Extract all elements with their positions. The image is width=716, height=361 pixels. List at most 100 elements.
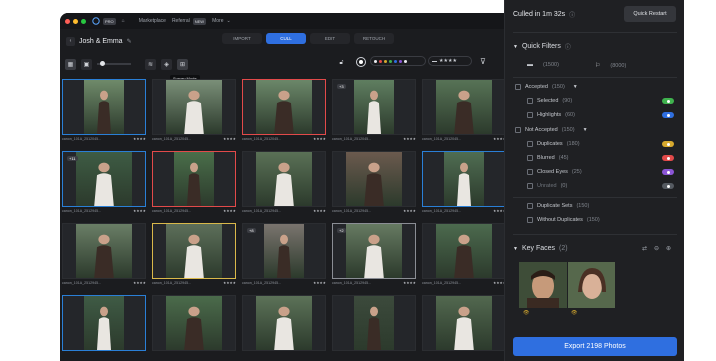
photo-thumbnail[interactable]: +2 (332, 223, 416, 279)
photo-rating[interactable]: ★★★★ (313, 281, 326, 285)
export-button[interactable]: Export 2198 Photos (513, 337, 677, 356)
photo-thumbnail[interactable] (152, 295, 236, 351)
photo-tile[interactable]: canon_101A_2512045... ★★★★ (240, 77, 328, 145)
photo-thumbnail[interactable] (152, 79, 236, 135)
photo-tile[interactable]: canon_101A_2512945... ★★★★ (240, 149, 328, 217)
minimize-window-button[interactable] (73, 18, 78, 24)
photo-thumbnail[interactable] (242, 295, 326, 351)
photo-tile[interactable] (60, 293, 148, 361)
photo-tile[interactable] (420, 293, 508, 361)
tab-retouch[interactable]: RETOUCH (354, 33, 394, 44)
back-icon[interactable]: ‹ (66, 36, 75, 46)
marketplace-link[interactable]: Marketplace (139, 18, 166, 24)
closed-eyes-filter[interactable]: Closed Eyes (25) (527, 169, 582, 175)
without-duplicates-filter[interactable]: Without Duplicates (150) (527, 217, 600, 223)
photo-rating[interactable]: ★★★★ (133, 209, 146, 213)
photo-tile[interactable]: canon_101A_2512945... ★★★★ (420, 149, 508, 217)
photo-thumbnail[interactable]: +3 (332, 79, 416, 135)
photo-rating[interactable]: ★★★★ (403, 209, 416, 213)
photo-tile[interactable]: canon_101A_2512945... ★★★★ (330, 149, 418, 217)
highlights-filter[interactable]: Highlights (60) (527, 112, 575, 118)
photo-thumbnail[interactable] (422, 295, 506, 351)
photo-tile[interactable] (240, 293, 328, 361)
photo-thumbnail[interactable] (422, 223, 506, 279)
faces-view-icon[interactable]: ⇄ (642, 245, 647, 252)
photo-thumbnail[interactable] (152, 223, 236, 279)
photo-tile[interactable]: canon_101A_2512045... ★★★★ (150, 77, 238, 145)
tab-cull[interactable]: CULL (266, 33, 306, 44)
chevron-down-icon[interactable]: ▼ (583, 127, 588, 133)
duplicate-sets-checkbox[interactable] (527, 203, 533, 209)
zoom-out-icon[interactable]: ⊖ (654, 245, 659, 252)
photo-rating[interactable]: ★★★★ (223, 209, 236, 213)
selected-checkbox[interactable] (527, 98, 533, 104)
closed-eyes-checkbox[interactable] (527, 169, 533, 175)
tab-import[interactable]: IMPORT (222, 33, 262, 44)
info-icon[interactable]: ⓘ (565, 42, 571, 51)
grid-view-icon[interactable]: ▦ (65, 58, 76, 70)
highlights-checkbox[interactable] (527, 112, 533, 118)
photo-rating[interactable]: ★★★★ (223, 137, 236, 141)
more-menu[interactable]: More ⌄ (212, 18, 231, 24)
layers-icon[interactable]: ◈ (161, 58, 172, 70)
referral-link[interactable]: Referral NEW (172, 17, 207, 25)
chevron-down-icon[interactable]: ▼ (573, 84, 578, 90)
photo-thumbnail[interactable] (62, 295, 146, 351)
accepted-filter[interactable]: Accepted (150) ▼ (515, 84, 578, 90)
photo-tile[interactable] (330, 293, 418, 361)
photo-tile[interactable]: canon_101A_2512945... ★★★★ (420, 221, 508, 289)
tab-edit[interactable]: EDIT (310, 33, 350, 44)
flag-filter[interactable]: ⚐ (8000) (595, 62, 626, 70)
photo-tile[interactable]: canon_101A_2512945... ★★★★ (150, 221, 238, 289)
photo-tile[interactable]: +2 canon_101A_2512945... ★★★★ (330, 221, 418, 289)
photo-tile[interactable]: +3 canon_101A_2512045... ★★★★ (330, 77, 418, 145)
quick-restart-button[interactable]: Quick Restart (624, 6, 676, 22)
photo-thumbnail[interactable] (332, 151, 416, 207)
info-icon[interactable]: ⓘ (569, 10, 575, 19)
photo-thumbnail[interactable] (152, 151, 236, 207)
photo-rating[interactable]: ★★★★ (313, 209, 326, 213)
photo-thumbnail[interactable] (242, 151, 326, 207)
blurred-filter[interactable]: Blurred (45) (527, 155, 569, 161)
close-window-button[interactable] (65, 18, 70, 24)
survey-mode-icon[interactable]: ⊞ (177, 58, 188, 70)
photo-thumbnail[interactable] (422, 151, 506, 207)
blurred-checkbox[interactable] (527, 155, 533, 161)
stack-icon[interactable]: ≋ (145, 58, 156, 70)
photo-rating[interactable]: ★★★★ (313, 137, 326, 141)
photo-thumbnail[interactable] (62, 79, 146, 135)
face-thumbnail[interactable] (568, 262, 615, 308)
photo-tile[interactable] (150, 293, 238, 361)
home-icon[interactable]: ⌂ (122, 18, 125, 24)
unrated-checkbox[interactable] (527, 183, 533, 189)
not-accepted-filter[interactable]: Not Accepted (150) ▼ (515, 127, 588, 133)
filter-icon[interactable]: ⊽ (480, 57, 486, 66)
lock-icon[interactable]: 🔓︎ (336, 58, 347, 69)
photo-tile[interactable]: canon_101A_2512945... ★★★★ (60, 221, 148, 289)
unrated-filter[interactable]: Unrated (0) (527, 183, 567, 189)
rating-filter[interactable]: ★★★★ (428, 56, 472, 66)
photo-rating[interactable]: ★★★★ (133, 137, 146, 141)
photo-tile[interactable]: canon_101A_2512045... ★★★★ (60, 77, 148, 145)
duplicates-checkbox[interactable] (527, 141, 533, 147)
single-view-icon[interactable]: ▣ (81, 58, 92, 70)
photo-thumbnail[interactable] (332, 295, 416, 351)
photo-tile[interactable]: canon_101A_2512045... ★★★★ (420, 77, 508, 145)
duplicates-filter[interactable]: Duplicates (180) (527, 141, 580, 147)
duplicate-sets-filter[interactable]: Duplicate Sets (150) (527, 203, 589, 209)
key-faces-header[interactable]: ▼ Key Faces (2) (513, 245, 568, 252)
selected-filter[interactable]: Selected (90) (527, 98, 572, 104)
edit-icon[interactable]: ✎ (127, 38, 132, 45)
photo-rating[interactable]: ★★★★ (403, 281, 416, 285)
photo-thumbnail[interactable] (242, 79, 326, 135)
photo-rating[interactable]: ★★★★ (133, 281, 146, 285)
without-duplicates-checkbox[interactable] (527, 217, 533, 223)
zoom-in-icon[interactable]: ⊕ (666, 245, 671, 252)
accepted-checkbox[interactable] (515, 84, 521, 90)
photo-thumbnail[interactable]: +11 (62, 151, 146, 207)
quick-filters-header[interactable]: ▼ Quick Filters ⓘ (513, 42, 571, 51)
thumbnail-size-slider[interactable] (97, 61, 131, 66)
photo-thumbnail[interactable] (62, 223, 146, 279)
photo-rating[interactable]: ★★★★ (403, 137, 416, 141)
face-thumbnail[interactable] (519, 262, 567, 308)
